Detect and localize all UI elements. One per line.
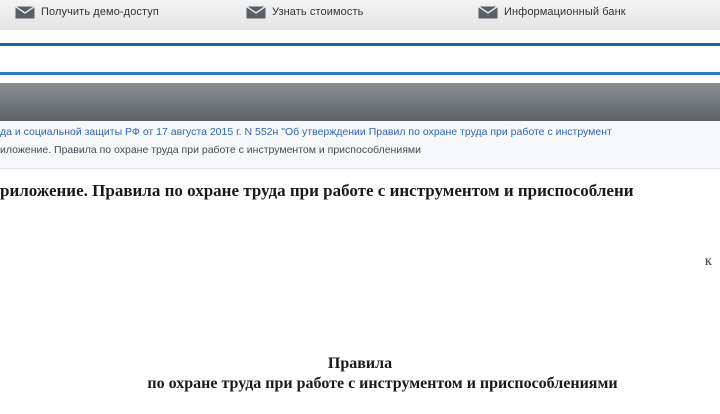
top-navigation-bar: Получить демо-доступ Узнать стоимость Ин… xyxy=(0,0,720,30)
top-link-get-price[interactable]: Узнать стоимость xyxy=(246,4,363,20)
envelope-icon xyxy=(246,5,266,18)
breadcrumb-current-section: иложение. Правила по охране труда при ра… xyxy=(0,144,421,156)
breadcrumb: да и социальной защиты РФ от 17 августа … xyxy=(0,121,720,169)
header-divider-bottom xyxy=(0,72,720,75)
envelope-icon xyxy=(15,5,35,18)
top-link-info-bank[interactable]: Информационный банк xyxy=(478,4,626,20)
top-link-label: Получить демо-доступ xyxy=(41,6,159,18)
envelope-icon xyxy=(478,5,498,18)
margin-mark: к xyxy=(705,254,712,269)
breadcrumb-document-link[interactable]: да и социальной защиты РФ от 17 августа … xyxy=(0,126,612,138)
main-menu-bar xyxy=(0,83,720,121)
top-link-label: Информационный банк xyxy=(504,6,626,18)
header-divider-top xyxy=(0,43,720,46)
top-link-demo-access[interactable]: Получить демо-доступ xyxy=(15,4,159,20)
document-title: Правила xyxy=(327,355,393,372)
document-heading: риложение. Правила по охране труда при р… xyxy=(0,181,634,200)
top-link-label: Узнать стоимость xyxy=(272,6,364,18)
document-subtitle: по охране труда при работе с инструменто… xyxy=(147,375,618,392)
